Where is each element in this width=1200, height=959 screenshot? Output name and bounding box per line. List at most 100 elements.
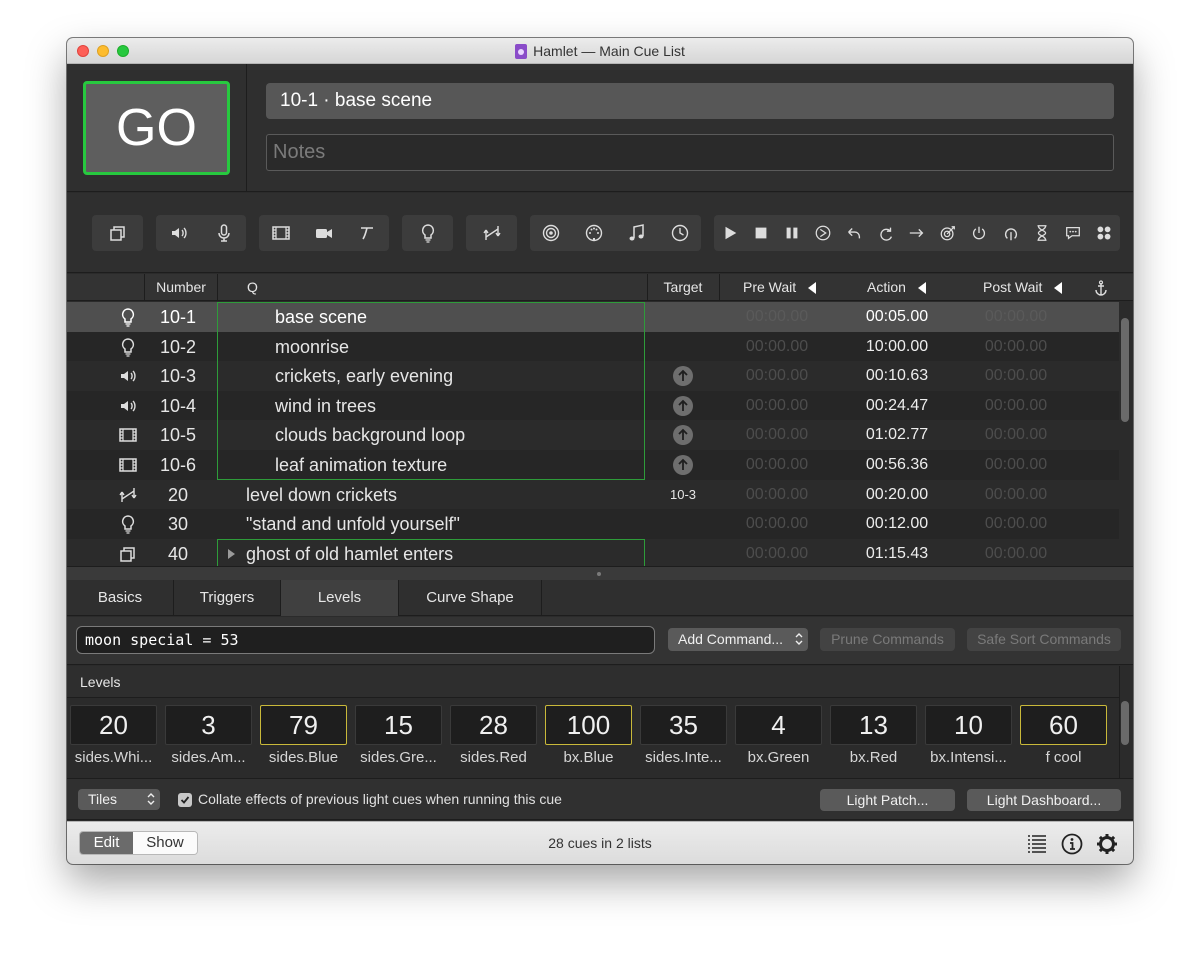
level-value[interactable]: 13 — [830, 705, 917, 745]
level-tile[interactable]: 20 sides.Whi... — [70, 705, 157, 766]
midi-file-icon[interactable] — [617, 215, 656, 251]
level-value[interactable]: 10 — [925, 705, 1012, 745]
level-value[interactable]: 4 — [735, 705, 822, 745]
level-value[interactable]: 60 — [1020, 705, 1107, 745]
camera-icon[interactable] — [304, 215, 343, 251]
view-mode-popup[interactable]: Tiles — [78, 789, 160, 810]
level-tile[interactable]: 13 bx.Red — [830, 705, 917, 766]
wait-icon[interactable] — [1027, 215, 1057, 251]
tab-levels[interactable]: Levels — [281, 580, 399, 616]
collapse-chevron-icon[interactable] — [916, 281, 928, 295]
target-arrow-icon[interactable] — [671, 424, 695, 446]
column-post-wait[interactable]: Post Wait — [983, 274, 1064, 301]
anchor-icon[interactable] — [1094, 280, 1108, 296]
close-window-button[interactable] — [77, 45, 89, 57]
level-value[interactable]: 79 — [260, 705, 347, 745]
start-icon[interactable] — [715, 215, 745, 251]
disclosure-triangle-icon[interactable] — [227, 548, 236, 560]
column-number[interactable]: Number — [153, 274, 209, 301]
level-tile[interactable]: 79 sides.Blue — [260, 705, 347, 766]
reset-icon[interactable] — [840, 215, 870, 251]
split-view-divider[interactable] — [67, 566, 1133, 580]
level-label: bx.Green — [747, 749, 810, 766]
safe-sort-commands-button[interactable]: Safe Sort Commands — [967, 628, 1121, 651]
level-value[interactable]: 3 — [165, 705, 252, 745]
add-command-popup[interactable]: Add Command... — [668, 628, 808, 651]
video-icon[interactable] — [261, 215, 300, 251]
text-icon[interactable] — [348, 215, 387, 251]
timecode-icon[interactable] — [660, 215, 699, 251]
target-icon[interactable] — [933, 215, 963, 251]
level-value[interactable]: 15 — [355, 705, 442, 745]
memo-icon[interactable] — [1058, 215, 1088, 251]
target-arrow-icon[interactable] — [671, 395, 695, 417]
column-pre-wait[interactable]: Pre Wait — [743, 274, 818, 301]
level-tile[interactable]: 10 bx.Intensi... — [925, 705, 1012, 766]
light-options-bar: Tiles Collate effects of previous light … — [67, 778, 1133, 820]
table-row[interactable]: 10-1 base scene 00:00.00 00:05.00 00:00.… — [67, 302, 1119, 332]
column-q[interactable]: Q — [247, 274, 258, 301]
cue-list-scrollbar[interactable] — [1121, 318, 1129, 422]
level-value[interactable]: 20 — [70, 705, 157, 745]
stop-icon[interactable] — [746, 215, 776, 251]
arm-icon[interactable] — [965, 215, 995, 251]
info-icon[interactable] — [1060, 832, 1084, 856]
column-target[interactable]: Target — [648, 274, 718, 301]
group-icon[interactable] — [98, 215, 137, 251]
levels-scrollbar[interactable] — [1121, 701, 1129, 745]
target-arrow-icon[interactable] — [671, 454, 695, 476]
tab-curve-shape[interactable]: Curve Shape — [399, 580, 542, 616]
column-action[interactable]: Action — [867, 274, 928, 301]
level-value[interactable]: 35 — [640, 705, 727, 745]
tab-basics[interactable]: Basics — [67, 580, 174, 616]
table-row[interactable]: 10-4 wind in trees 00:00.00 00:24.47 00:… — [67, 390, 1119, 421]
collate-checkbox[interactable] — [178, 793, 192, 807]
standby-cue-name[interactable]: 10-1 · base scene — [266, 83, 1114, 119]
target-arrow-icon[interactable] — [671, 365, 695, 387]
collapse-chevron-icon[interactable] — [806, 281, 818, 295]
list-view-icon[interactable] — [1025, 832, 1049, 856]
mic-icon[interactable] — [204, 215, 243, 251]
table-row[interactable]: 10-2 moonrise 00:00.00 10:00.00 00:00.00 — [67, 331, 1119, 362]
level-tile[interactable]: 100 bx.Blue — [545, 705, 632, 766]
fade-icon[interactable] — [472, 215, 511, 251]
light-patch-button[interactable]: Light Patch... — [820, 789, 955, 811]
light-dashboard-button[interactable]: Light Dashboard... — [967, 789, 1121, 811]
level-tile[interactable]: 15 sides.Gre... — [355, 705, 442, 766]
table-row[interactable]: 10-3 crickets, early evening 00:00.00 00… — [67, 361, 1119, 391]
notes-field[interactable]: Notes — [266, 134, 1114, 171]
level-value[interactable]: 100 — [545, 705, 632, 745]
level-tile[interactable]: 3 sides.Am... — [165, 705, 252, 766]
table-row[interactable]: 30 "stand and unfold yourself" 00:00.00 … — [67, 509, 1119, 539]
devamp-icon[interactable] — [871, 215, 901, 251]
load-icon[interactable] — [809, 215, 839, 251]
level-tile[interactable]: 35 sides.Inte... — [640, 705, 727, 766]
level-tile[interactable]: 60 f cool — [1020, 705, 1107, 766]
tab-triggers[interactable]: Triggers — [174, 580, 281, 616]
table-row[interactable]: 10-6 leaf animation texture 00:00.00 00:… — [67, 450, 1119, 480]
collapse-chevron-icon[interactable] — [1052, 281, 1064, 295]
minimize-window-button[interactable] — [97, 45, 109, 57]
audio-icon[interactable] — [159, 215, 198, 251]
light-icon[interactable] — [408, 215, 447, 251]
edit-mode-button[interactable]: Edit — [80, 832, 133, 854]
go-button[interactable]: GO — [83, 81, 230, 175]
level-tile[interactable]: 28 sides.Red — [450, 705, 537, 766]
table-row[interactable]: 40 ghost of old hamlet enters 00:00.00 0… — [67, 538, 1119, 566]
disarm-icon[interactable] — [996, 215, 1026, 251]
table-row[interactable]: 20 level down crickets 10-3 00:00.00 00:… — [67, 479, 1119, 510]
level-tile[interactable]: 4 bx.Green — [735, 705, 822, 766]
zoom-window-button[interactable] — [117, 45, 129, 57]
goto-icon[interactable] — [902, 215, 932, 251]
collate-label[interactable]: Collate effects of previous light cues w… — [198, 791, 562, 807]
network-icon[interactable] — [532, 215, 571, 251]
show-mode-button[interactable]: Show — [133, 832, 197, 854]
gear-icon[interactable] — [1095, 832, 1119, 856]
pause-icon[interactable] — [777, 215, 807, 251]
prune-commands-button[interactable]: Prune Commands — [820, 628, 955, 651]
table-row[interactable]: 10-5 clouds background loop 00:00.00 01:… — [67, 420, 1119, 450]
script-icon[interactable] — [1089, 215, 1119, 251]
command-line-input[interactable]: moon special = 53 — [76, 626, 655, 654]
level-value[interactable]: 28 — [450, 705, 537, 745]
midi-icon[interactable] — [575, 215, 614, 251]
